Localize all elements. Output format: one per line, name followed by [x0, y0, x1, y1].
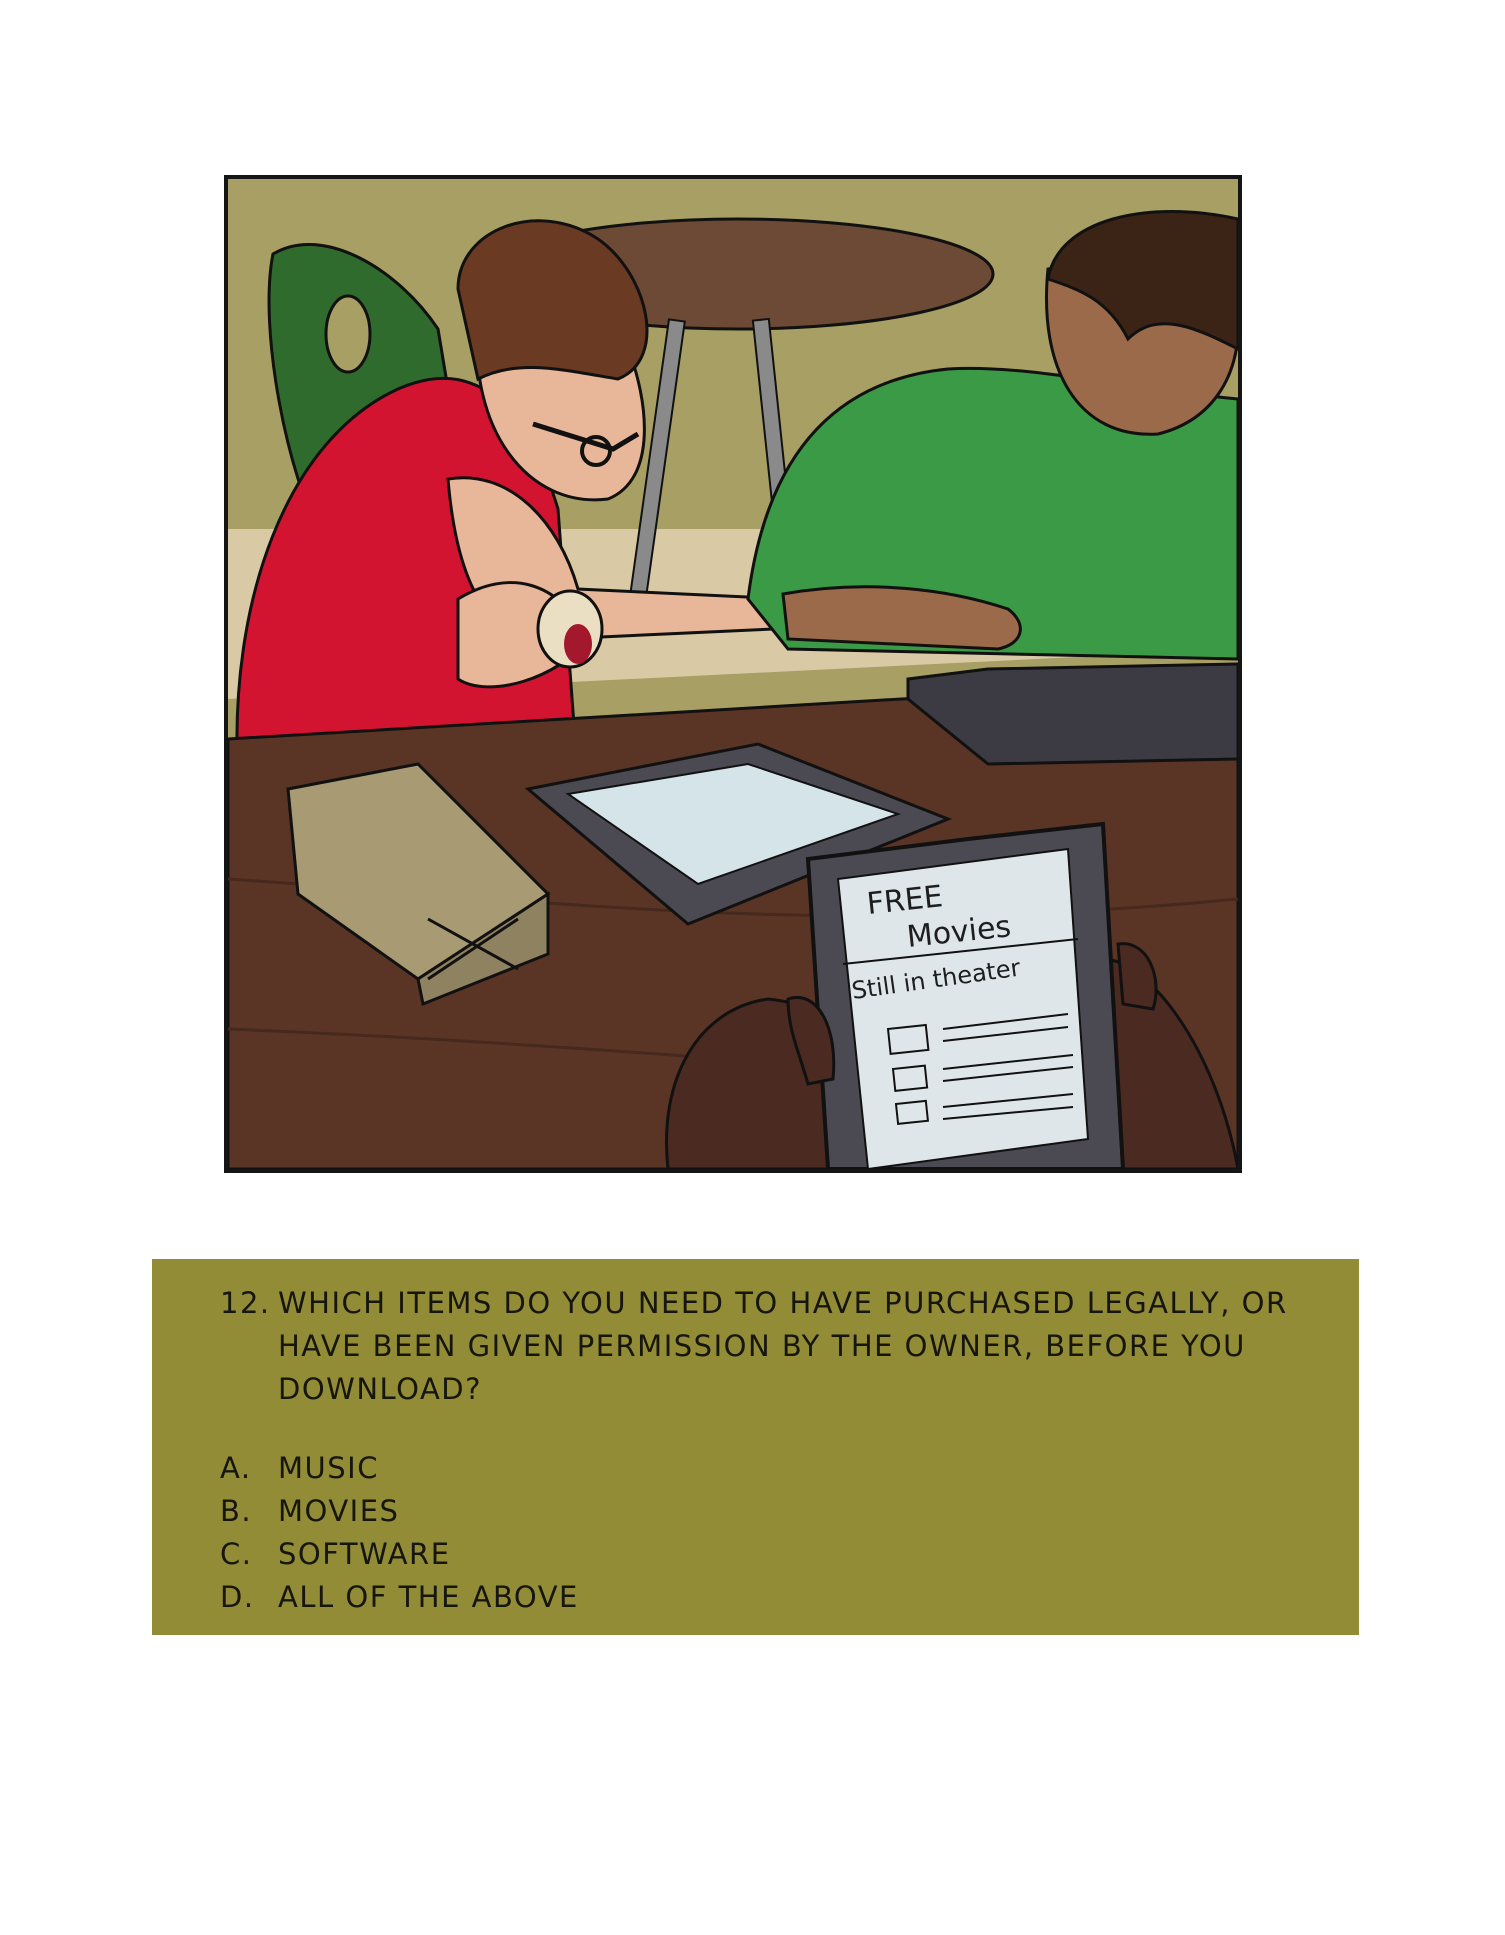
question-box: 12. WHICH ITEMS DO YOU NEED TO HAVE PURC…	[152, 1259, 1359, 1635]
option-a[interactable]: A. MUSIC	[220, 1451, 379, 1485]
option-d[interactable]: D. ALL OF THE ABOVE	[220, 1580, 579, 1614]
option-b-letter: B.	[220, 1494, 253, 1528]
option-c[interactable]: C. SOFTWARE	[220, 1537, 451, 1571]
option-c-label: SOFTWARE	[278, 1537, 451, 1571]
question-number-label: 12.	[220, 1286, 271, 1320]
held-tablet: FREE Movies Still in theater	[805, 821, 1126, 1169]
option-b[interactable]: B. MOVIES	[220, 1494, 399, 1528]
option-b-label: MOVIES	[278, 1494, 400, 1528]
comic-illustration: FREE Movies Still in theater	[224, 175, 1242, 1173]
classroom-scene: FREE Movies Still in theater	[228, 179, 1238, 1169]
option-d-label: ALL OF THE ABOVE	[278, 1580, 579, 1614]
option-a-letter: A.	[220, 1451, 252, 1485]
option-d-letter: D.	[220, 1580, 255, 1614]
option-c-letter: C.	[220, 1537, 253, 1571]
option-a-label: MUSIC	[278, 1451, 379, 1485]
question-number: 12.	[220, 1286, 271, 1320]
question-text: WHICH ITEMS DO YOU NEED TO HAVE PURCHASE…	[278, 1286, 1288, 1406]
